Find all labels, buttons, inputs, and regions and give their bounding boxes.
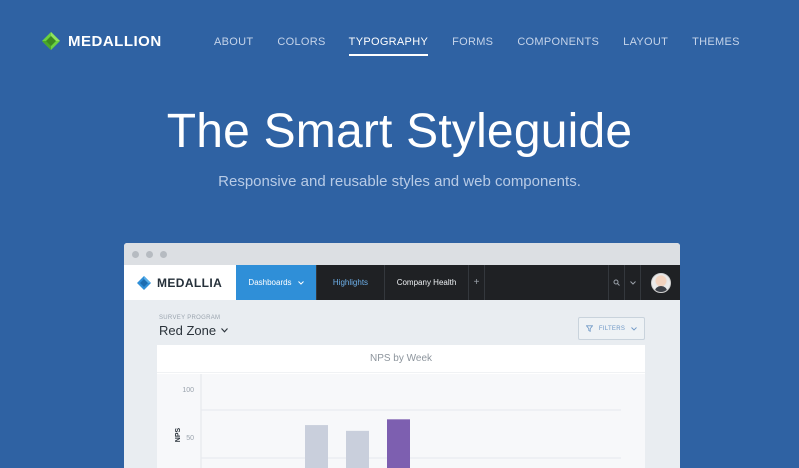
- nav-themes[interactable]: THEMES: [692, 36, 740, 48]
- chevron-down-icon: [221, 328, 229, 333]
- window-minimize-dot: [146, 250, 153, 258]
- survey-program-value: Red Zone: [159, 323, 217, 338]
- survey-program-selector[interactable]: Red Zone: [159, 323, 229, 338]
- chart-bar: [346, 430, 369, 468]
- window-close-dot: [132, 250, 139, 258]
- survey-program-label: SURVEY PROGRAM: [159, 315, 221, 321]
- user-avatar-button[interactable]: [640, 265, 680, 300]
- nav-about[interactable]: ABOUT: [214, 36, 253, 48]
- tab-highlights[interactable]: Highlights: [317, 265, 385, 300]
- plus-icon: +: [473, 277, 480, 288]
- tab-dashboards[interactable]: Dashboards: [236, 265, 317, 300]
- nav-components[interactable]: COMPONENTS: [517, 36, 599, 48]
- hero-subtitle: Responsive and reusable styles and web c…: [218, 173, 581, 190]
- chart-bar: [387, 419, 410, 468]
- site-header: MEDALLION ABOUT COLORS TYPOGRAPHY FORMS …: [0, 0, 799, 70]
- chevron-down-icon: [631, 326, 637, 331]
- app-nav: Dashboards Highlights Company Health +: [236, 265, 680, 300]
- window-maximize-dot: [160, 250, 167, 258]
- chart-title: NPS by Week: [157, 345, 645, 373]
- tab-dashboards-label: Dashboards: [248, 278, 292, 287]
- filters-button[interactable]: FILTERS: [578, 317, 645, 340]
- medallion-logo-icon: [42, 32, 60, 50]
- app-header: MEDALLIA Dashboards Highlights Company H…: [124, 265, 680, 300]
- site-nav: ABOUT COLORS TYPOGRAPHY FORMS COMPONENTS…: [214, 36, 740, 56]
- nav-colors[interactable]: COLORS: [277, 36, 325, 48]
- tab-company-health-label: Company Health: [396, 278, 457, 287]
- y-tick-label: 100: [182, 387, 194, 394]
- tab-company-health[interactable]: Company Health: [385, 265, 469, 300]
- search-button[interactable]: [608, 265, 624, 300]
- nps-bar-chart: 100 50 NPS: [175, 374, 621, 468]
- add-tab-button[interactable]: +: [469, 265, 485, 300]
- nav-typography[interactable]: TYPOGRAPHY: [348, 36, 429, 56]
- y-tick-label: 50: [186, 435, 194, 442]
- user-menu-toggle[interactable]: [624, 265, 640, 300]
- nav-layout[interactable]: LAYOUT: [623, 36, 668, 48]
- site-brand-name: MEDALLION: [68, 32, 162, 50]
- y-axis-label: NPS: [175, 427, 182, 442]
- search-icon: [613, 279, 620, 286]
- avatar: [650, 272, 671, 293]
- medallia-logo-icon: [137, 275, 151, 290]
- nps-chart-card: NPS by Week 100 50 NPS: [157, 345, 645, 468]
- site-logo[interactable]: MEDALLION: [42, 32, 162, 50]
- chevron-down-icon: [629, 280, 636, 285]
- browser-mockup: MEDALLIA Dashboards Highlights Company H…: [124, 243, 680, 468]
- tab-highlights-label: Highlights: [332, 278, 369, 287]
- chart-bar: [305, 425, 328, 468]
- app-brand-name: MEDALLIA: [157, 275, 223, 290]
- app-logo[interactable]: MEDALLIA: [124, 265, 236, 300]
- chart-area: 100 50 NPS: [157, 374, 645, 468]
- nav-forms[interactable]: FORMS: [452, 36, 493, 48]
- filters-label: FILTERS: [598, 325, 626, 332]
- hero-title: The Smart Styleguide: [166, 105, 633, 158]
- filter-icon: [585, 325, 593, 332]
- browser-titlebar: [124, 243, 680, 265]
- chevron-down-icon: [297, 280, 304, 285]
